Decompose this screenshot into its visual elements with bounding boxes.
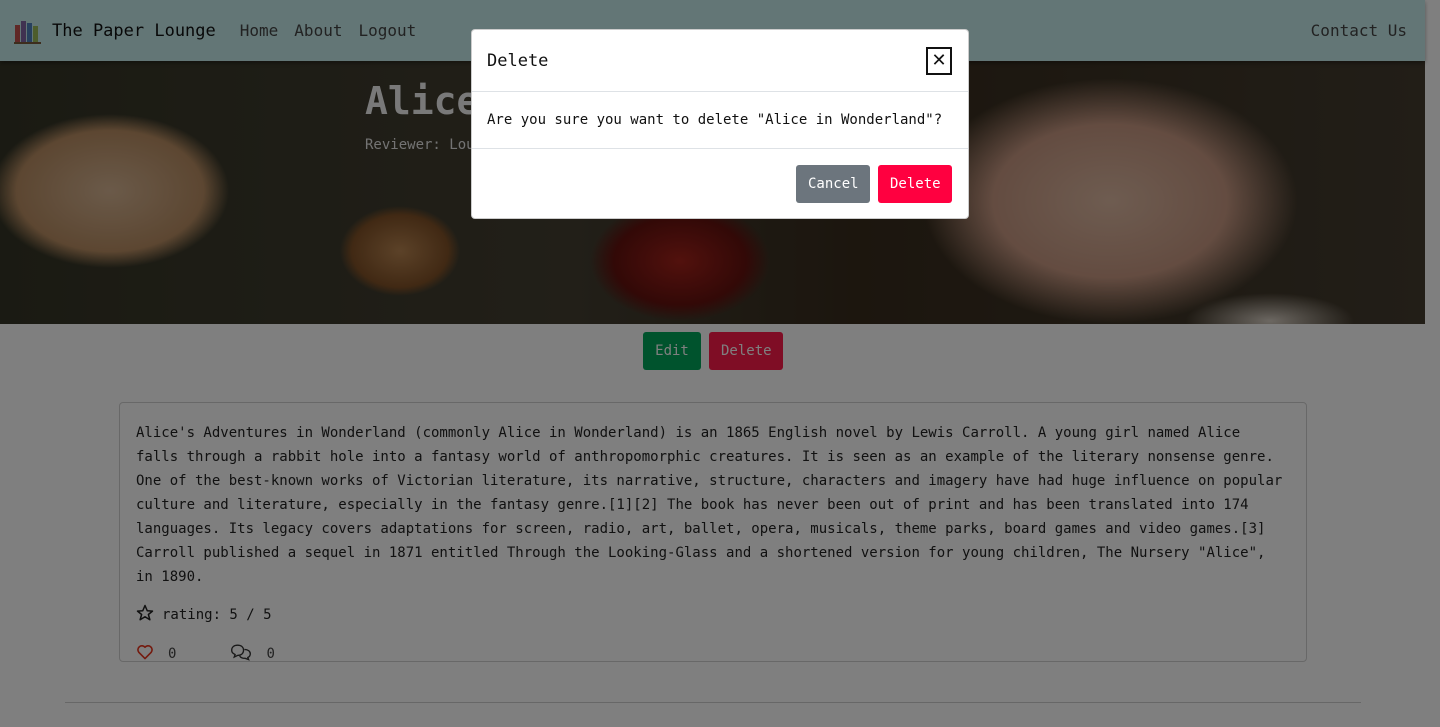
modal-message: Are you sure you want to delete "Alice i…	[487, 112, 943, 128]
close-icon[interactable]: ✕	[926, 46, 952, 75]
modal-header: Delete ✕	[472, 30, 968, 92]
modal-footer: Cancel Delete	[472, 149, 968, 219]
cancel-button[interactable]: Cancel	[796, 165, 870, 203]
modal-body: Are you sure you want to delete "Alice i…	[472, 92, 968, 149]
modal-title: Delete	[487, 50, 549, 71]
confirm-delete-button[interactable]: Delete	[878, 165, 952, 203]
delete-modal: Delete ✕ Are you sure you want to delete…	[471, 29, 969, 219]
